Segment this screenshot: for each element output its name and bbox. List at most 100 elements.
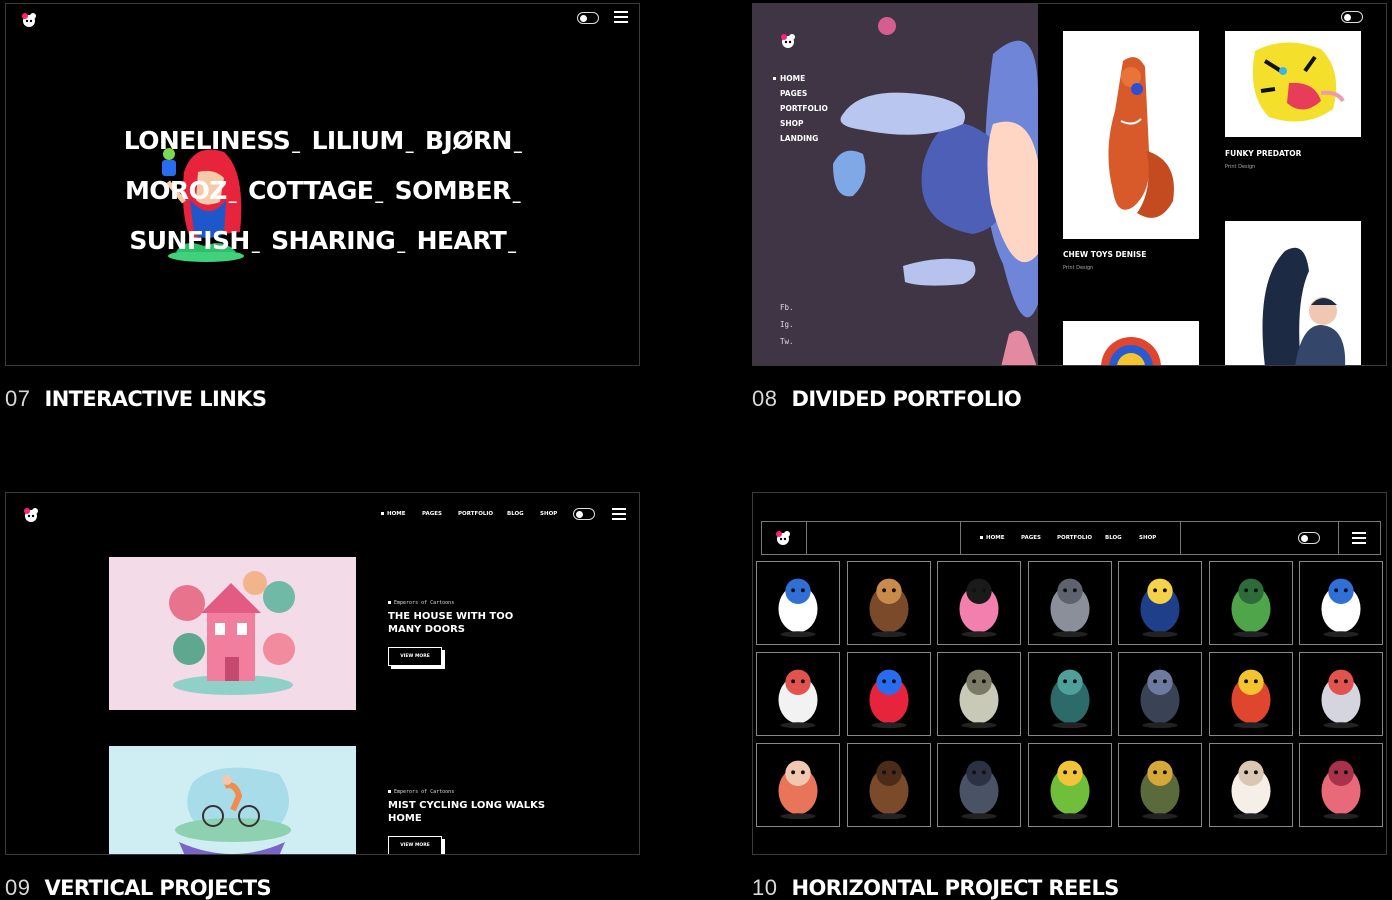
reel-tile-white-cat[interactable] [1208,743,1293,827]
green-frog-illustration [1049,760,1090,820]
social-twitter-link[interactable]: Tw. [780,337,794,354]
menu-icon[interactable] [614,11,628,23]
word-link[interactable]: HEART [417,226,516,276]
sunburst-illustration [1101,337,1161,365]
nav-item-shop[interactable]: SHOP [773,119,828,134]
reel-tile-caveman-with-club[interactable] [846,561,931,645]
project-thumb-sunburst[interactable] [1063,321,1199,365]
project-title[interactable]: CHEW TOYS DENISE [1063,250,1146,259]
demo-caption[interactable]: 08 DIVIDED PORTFOLIO [752,386,1022,412]
nav-item-portfolio[interactable]: PORTFOLIO [458,511,493,517]
reel-tile-brown-bear[interactable] [846,743,931,827]
reel-tile-skull-with-arrow[interactable] [1299,652,1383,736]
green-crocodile-illustration [1230,578,1271,638]
reel-tile-astronaut-cat[interactable] [1299,561,1383,645]
reel-tile-red-hair-girl[interactable] [756,743,840,827]
project-title[interactable]: FUNKY PREDATOR [1225,149,1301,158]
reel-tile-red-demon-mask[interactable] [1208,652,1293,736]
nav-item-label: HOME [986,535,1005,541]
logo-icon[interactable] [774,530,792,546]
project-image-cycling[interactable] [109,746,356,854]
nav-item-pages[interactable]: PAGES [1021,535,1041,541]
nav-item-blog[interactable]: BLOG [507,511,524,517]
nav-item-portfolio[interactable]: PORTFOLIO [773,104,828,119]
nav-item-shop[interactable]: SHOP [1139,535,1156,541]
view-more-button[interactable]: VIEW MORE [388,647,442,666]
reel-tile-knight-with-shield[interactable] [937,652,1021,736]
reel-tile-green-crocodile[interactable] [1208,561,1293,645]
demo-caption[interactable]: 10 HORIZONTAL PROJECT REELS [752,875,1119,900]
demo-title[interactable]: VERTICAL PROJECTS [44,876,271,900]
side-nav: HOME PAGES PORTFOLIO SHOP LANDING [773,74,828,149]
demo-title[interactable]: INTERACTIVE LINKS [44,387,267,411]
word-link[interactable]: COTTAGE [248,176,383,226]
word-link[interactable]: SUNFISH [129,226,259,276]
theme-toggle[interactable] [577,12,599,24]
reel-tile-grey-cat[interactable] [1027,561,1112,645]
reel-tile-red-bearded-gnome[interactable] [846,652,931,736]
nav-item-shop[interactable]: SHOP [540,511,557,517]
header-divider [1180,522,1181,554]
embrace-illustration [1262,247,1346,365]
nav-item-landing[interactable]: LANDING [773,134,828,149]
project-title[interactable]: THE HOUSE WITH TOO MANY DOORS [388,610,513,636]
astronaut-cat-illustration [778,578,818,638]
project-thumb-embrace[interactable] [1225,221,1361,365]
view-more-button[interactable]: VIEW MORE [388,836,442,854]
reel-tile-green-frog[interactable] [1027,743,1112,827]
red-demon-mask-illustration [1230,669,1271,729]
reel-tile-sea-creature[interactable] [1027,652,1112,736]
theme-toggle[interactable] [1298,532,1320,544]
word-row: MOROZ COTTAGE SOMBER [6,176,639,226]
reel-tile-anatomical-heart[interactable] [1299,743,1383,827]
demo-card-horizontal-reels[interactable]: HOME PAGES PORTFOLIO BLOG SHOP [752,492,1387,855]
demo-card-vertical-projects[interactable]: HOME PAGES PORTFOLIO BLOG SHOP Emperors … [5,492,640,855]
nav-item-home[interactable]: HOME [381,511,406,517]
reel-tile-haunted-house[interactable] [1118,652,1202,736]
demo-title[interactable]: DIVIDED PORTFOLIO [791,387,1021,411]
word-link[interactable]: SHARING [271,226,404,276]
reel-tile-gameboy-character[interactable] [756,652,840,736]
word-link[interactable]: MOROZ [125,176,236,226]
red-bearded-gnome-illustration [868,669,909,729]
demo-number: 09 [5,875,31,900]
reel-tile-armored-warrior[interactable] [1118,743,1202,827]
demo-caption[interactable]: 07 INTERACTIVE LINKS [5,386,267,412]
theme-toggle[interactable] [573,508,595,520]
nav-item-pages[interactable]: PAGES [422,511,442,517]
project-thumb-chew-toys[interactable] [1063,31,1199,239]
word-link[interactable]: LILIUM [312,126,413,176]
reel-tile-pink-flower-face[interactable] [937,561,1021,645]
menu-icon[interactable] [1352,532,1366,544]
reel-tile-octopus-figure[interactable] [937,743,1021,827]
logo-icon[interactable] [20,12,38,28]
word-link[interactable]: BJØRN [425,126,521,176]
project-thumb-funky-predator[interactable] [1225,31,1361,137]
demo-card-interactive-links[interactable]: LONELINESS LILIUM BJØRN MOROZ COTTAGE SO… [5,3,640,366]
demo-title[interactable]: HORIZONTAL PROJECT REELS [791,876,1119,900]
social-links: Fb. Ig. Tw. [780,303,794,354]
project-image-house[interactable] [109,557,356,710]
nav-item-blog[interactable]: BLOG [1105,535,1122,541]
project-title[interactable]: MIST CYCLING LONG WALKS HOME [388,799,545,825]
nav-item-home[interactable]: HOME [773,74,828,89]
menu-icon[interactable] [612,508,626,520]
nav-item-pages[interactable]: PAGES [773,89,828,104]
social-facebook-link[interactable]: Fb. [780,303,794,320]
armored-warrior-illustration [1140,760,1180,820]
word-link[interactable]: SOMBER [395,176,520,226]
logo-icon[interactable] [22,507,40,523]
social-instagram-link[interactable]: Ig. [780,320,794,337]
project-category: Print Design [1063,265,1094,271]
nav-item-home[interactable]: HOME [980,535,1005,541]
theme-toggle[interactable] [1341,11,1363,23]
demo-number: 10 [752,875,778,900]
demo-card-divided-portfolio[interactable]: HOME PAGES PORTFOLIO SHOP LANDING Fb. Ig… [752,3,1387,366]
nav-item-portfolio[interactable]: PORTFOLIO [1057,535,1092,541]
project-title-line: MIST CYCLING LONG WALKS [388,800,546,811]
logo-icon[interactable] [779,33,797,49]
reel-tile-astronaut-cat[interactable] [756,561,840,645]
demo-caption[interactable]: 09 VERTICAL PROJECTS [5,875,272,900]
reel-tile-night-island-house[interactable] [1118,561,1202,645]
word-link[interactable]: LONELINESS [124,126,300,176]
